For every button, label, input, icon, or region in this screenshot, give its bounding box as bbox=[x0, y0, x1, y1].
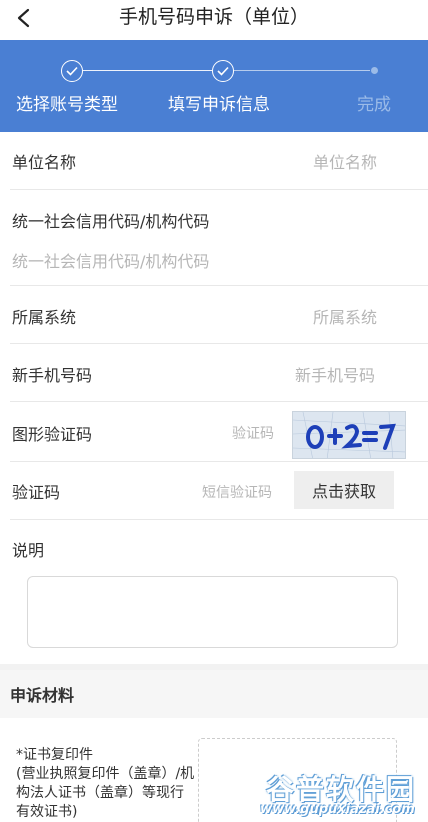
step-check-icon bbox=[212, 60, 234, 82]
step-check-icon bbox=[61, 60, 83, 82]
system-label: 所属系统 bbox=[12, 308, 77, 327]
materials-section-title: 申诉材料 bbox=[10, 686, 75, 705]
top-bar: 手机号码申诉（单位） bbox=[0, 0, 428, 40]
watermark-url: www.gupuxiazai.com bbox=[260, 802, 415, 817]
captcha-input[interactable]: 验证码 bbox=[232, 423, 274, 443]
step-connector bbox=[83, 70, 212, 71]
credit-code-row[interactable]: 统一社会信用代码/机构代码 统一社会信用代码/机构代码 bbox=[10, 190, 428, 286]
unit-name-row[interactable]: 单位名称 单位名称 bbox=[10, 132, 428, 190]
captcha-image[interactable] bbox=[292, 411, 406, 459]
new-phone-label: 新手机号码 bbox=[12, 366, 93, 385]
note-textarea[interactable] bbox=[27, 576, 398, 648]
page-title: 手机号码申诉（单位） bbox=[118, 6, 309, 28]
get-sms-code-button[interactable]: 点击获取 bbox=[294, 471, 394, 509]
note-label: 说明 bbox=[12, 541, 45, 560]
new-phone-input[interactable]: 新手机号码 bbox=[295, 362, 375, 386]
step-connector bbox=[234, 70, 370, 71]
new-phone-row[interactable]: 新手机号码 新手机号码 bbox=[10, 344, 428, 402]
materials-section-header: 申诉材料 bbox=[0, 670, 428, 718]
step-label-fill-info: 填写申诉信息 bbox=[168, 95, 270, 115]
system-row[interactable]: 所属系统 所属系统 bbox=[10, 286, 428, 344]
watermark-logo: 谷普软件园 www.gupuxiazai.com bbox=[258, 768, 428, 822]
step-pending-dot bbox=[371, 67, 378, 74]
step-label-done: 完成 bbox=[357, 95, 391, 115]
step-label-account-type: 选择账号类型 bbox=[16, 95, 118, 115]
credit-code-input[interactable]: 统一社会信用代码/机构代码 bbox=[12, 248, 209, 272]
sms-code-label: 验证码 bbox=[12, 483, 61, 502]
unit-name-input[interactable]: 单位名称 bbox=[313, 149, 377, 173]
unit-name-label: 单位名称 bbox=[12, 153, 77, 172]
sms-code-input[interactable]: 短信验证码 bbox=[202, 482, 272, 502]
progress-steps: 选择账号类型 填写申诉信息 完成 bbox=[0, 40, 428, 132]
credit-code-label: 统一社会信用代码/机构代码 bbox=[12, 212, 210, 231]
captcha-label: 图形验证码 bbox=[12, 425, 93, 444]
system-select[interactable]: 所属系统 bbox=[313, 304, 377, 328]
certificate-copy-text: *证书复印件 (营业执照复印件（盖章）/机构法人证书（盖章）等现行有效证书) bbox=[16, 747, 195, 820]
